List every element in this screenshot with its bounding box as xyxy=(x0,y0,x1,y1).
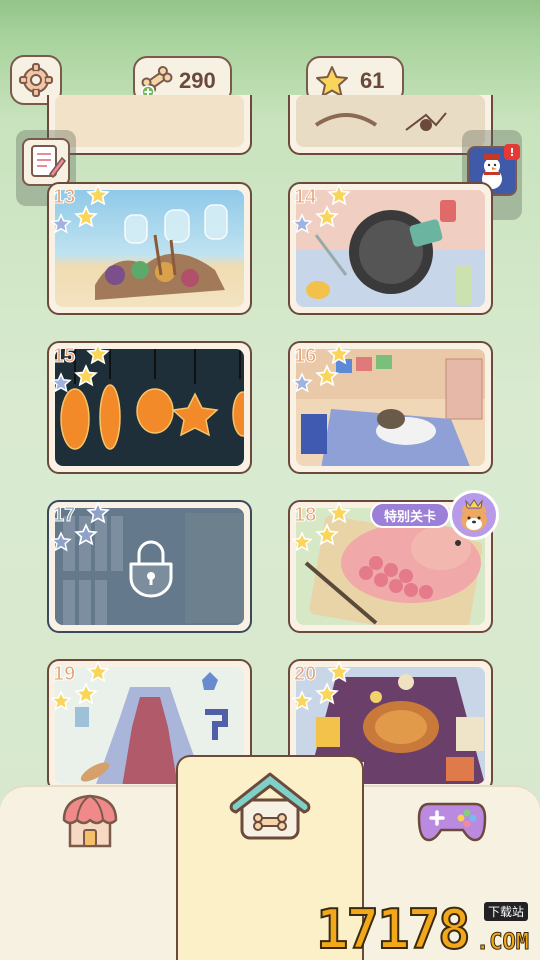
star-mark xyxy=(50,690,72,711)
level-stars xyxy=(50,184,110,234)
level-stars xyxy=(50,502,110,552)
home-bone-icon[interactable] xyxy=(228,770,312,842)
star-mark xyxy=(327,343,351,365)
bone-count: 290 xyxy=(179,68,216,93)
star-mark xyxy=(86,502,110,524)
star-mark xyxy=(315,205,339,228)
star-count: 61 xyxy=(360,68,385,93)
special-level-badge: 特别关卡 xyxy=(370,502,450,528)
level-stars xyxy=(291,343,351,393)
level-card-15[interactable]: 15 xyxy=(47,341,252,474)
level-card-14[interactable]: 14 xyxy=(288,182,493,315)
star-mark xyxy=(86,661,110,683)
special-level-avatar xyxy=(449,490,499,540)
insect-decoration-icon xyxy=(314,112,447,131)
star-mark xyxy=(291,372,313,393)
star-mark xyxy=(86,343,110,365)
star-mark xyxy=(315,523,339,546)
gear-icon xyxy=(19,63,53,97)
shiba-crown-icon xyxy=(461,499,487,531)
padlock-icon xyxy=(129,540,173,598)
site-watermark: 17178 下载站 .COM xyxy=(315,896,540,960)
level-stars xyxy=(291,502,351,552)
star-mark xyxy=(315,364,339,387)
watermark-tag: 下载站 xyxy=(484,902,529,921)
star-mark xyxy=(291,690,313,711)
star-mark xyxy=(327,502,351,524)
star-mark xyxy=(327,661,351,683)
star-mark xyxy=(50,213,72,234)
star-mark xyxy=(327,184,351,206)
level-card-13[interactable]: 13 xyxy=(47,182,252,315)
star-mark xyxy=(50,372,72,393)
gamepad-icon[interactable] xyxy=(417,794,487,844)
watermark-domain: .COM xyxy=(476,930,530,956)
checklist-pencil-icon xyxy=(31,145,66,179)
level-stars xyxy=(50,661,110,711)
level-stars xyxy=(291,661,351,711)
notification-badge: ! xyxy=(504,144,520,160)
shop-icon[interactable] xyxy=(60,792,120,850)
star-mark xyxy=(74,364,98,387)
level-stars xyxy=(50,343,110,393)
level-card-16[interactable]: 16 xyxy=(288,341,493,474)
star-mark xyxy=(74,682,98,705)
star-mark xyxy=(50,531,72,552)
star-mark xyxy=(74,523,98,546)
level-stars xyxy=(291,184,351,234)
level-card-17[interactable]: 17 xyxy=(47,500,252,633)
star-mark xyxy=(315,682,339,705)
star-mark xyxy=(291,531,313,552)
watermark-digits: 17178 xyxy=(315,897,472,960)
star-mark xyxy=(86,184,110,206)
star-mark xyxy=(74,205,98,228)
star-mark xyxy=(291,213,313,234)
level-card-partial-left[interactable] xyxy=(47,95,252,155)
